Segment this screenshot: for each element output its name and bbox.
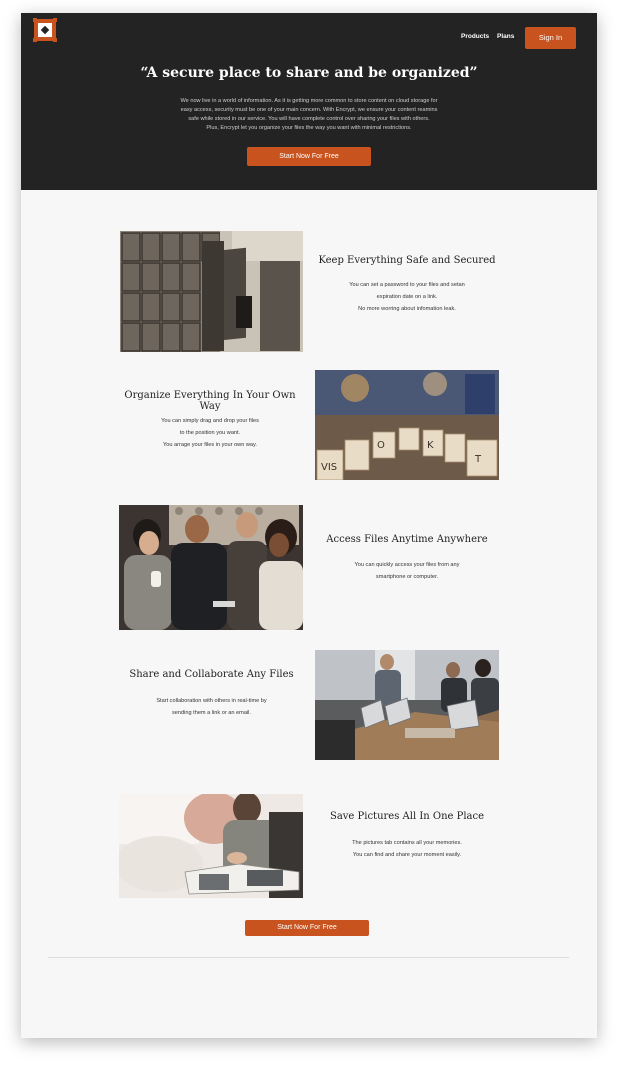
svg-text:K: K (427, 440, 434, 451)
hero-description-line: We now live in a world of information. A… (180, 98, 438, 104)
feature-description-line: You can quickly access your files from a… (354, 562, 460, 568)
feature-description-line: You can simply drag and drop your files (161, 418, 259, 424)
feature-title: Save Pictures All In One Place (329, 811, 485, 822)
feature-description-line: You arrage your files in your own way. (163, 442, 257, 448)
nav-products-link[interactable]: Products (461, 33, 489, 40)
feature-description-line: Start collaboration with others in real-… (156, 698, 267, 704)
hero-description: We now live in a world of information. A… (151, 97, 467, 133)
svg-text:VIS: VIS (321, 462, 337, 473)
feature-description-line: smartphone or computer. (375, 574, 439, 580)
nav-plans-link[interactable]: Plans (497, 33, 514, 40)
feature-description: Start collaboration with others in real-… (120, 695, 303, 719)
feature-description: The pictures tab contains all your memor… (317, 837, 497, 861)
group-phone-photo (119, 505, 303, 630)
feature-description: You can set a password to your files and… (317, 279, 497, 315)
feature-description: You can quickly access your files from a… (317, 559, 497, 583)
footer-divider (48, 957, 569, 958)
hero-description-line: safe while stored in our service. You wi… (188, 116, 430, 122)
photo-album-photo (119, 794, 303, 898)
hero-start-free-button[interactable]: Start Now For Free (247, 147, 371, 166)
hero-section: Products Plans Sign In “A secure place t… (21, 13, 597, 190)
feature-title: Organize Everything In Your Own Way (124, 390, 296, 412)
hero-description-line: Plus, Encrypt let you organize your file… (206, 125, 412, 131)
hero-description-line: easy access, security must be one of you… (180, 107, 438, 113)
encrypt-logo-icon[interactable] (33, 18, 57, 42)
feature-description-line: The pictures tab contains all your memor… (352, 840, 462, 846)
card-index-photo: VIS O K T (315, 370, 499, 480)
lockers-photo (120, 231, 303, 352)
feature-title: Share and Collaborate Any Files (129, 669, 294, 680)
meeting-laptops-photo (315, 650, 499, 760)
footer-start-free-button[interactable]: Start Now For Free (245, 920, 369, 936)
feature-description-line: expiration date on a link. (376, 294, 438, 300)
feature-description-line: No more worring about infomation leak. (358, 306, 456, 312)
sign-in-button[interactable]: Sign In (525, 27, 576, 49)
hero-title: “A secure place to share and be organize… (140, 65, 478, 81)
svg-text:O: O (377, 440, 385, 451)
page: Products Plans Sign In “A secure place t… (21, 13, 597, 1038)
feature-description-line: to the position you want. (179, 430, 241, 436)
feature-title: Access Files Anytime Anywhere (326, 534, 488, 545)
svg-text:T: T (474, 454, 482, 465)
feature-description-line: You can find and share your moment easil… (352, 852, 462, 858)
feature-title: Keep Everything Safe and Secured (318, 255, 496, 266)
feature-description-line: You can set a password to your files and… (349, 282, 465, 288)
feature-description: You can simply drag and drop your files … (117, 415, 303, 451)
feature-description-line: sending them a link or an email. (172, 710, 251, 716)
